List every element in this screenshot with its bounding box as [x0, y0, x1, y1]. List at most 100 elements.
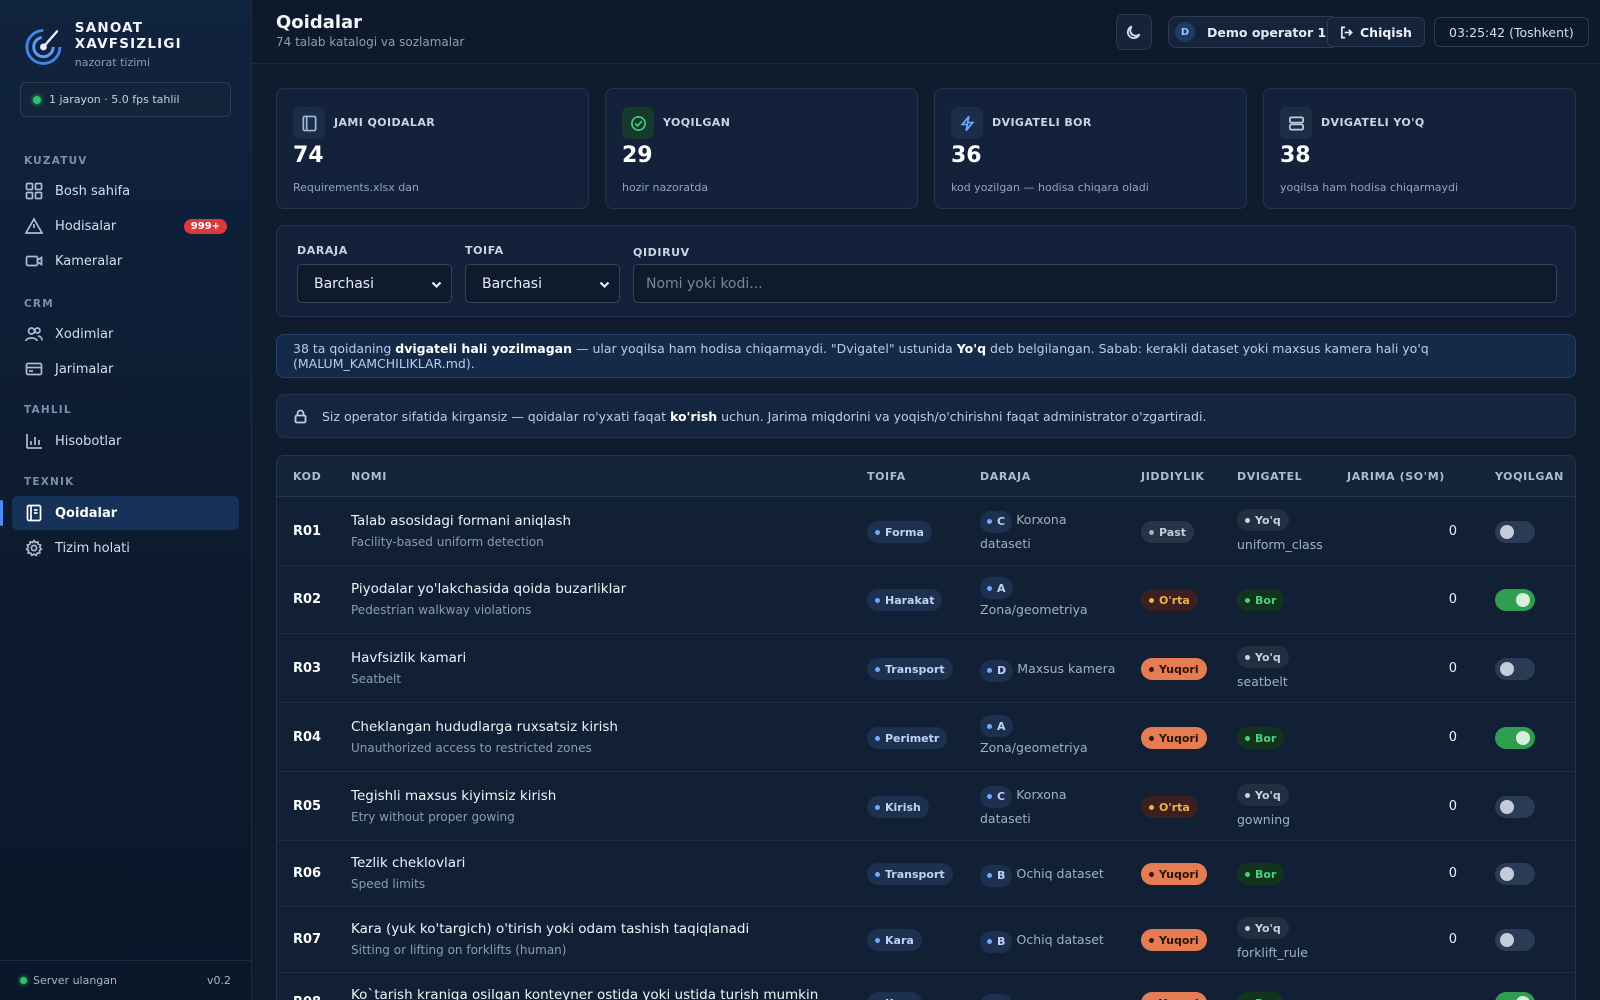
sidebar-item-bosh-sahifa[interactable]: Bosh sahifa — [12, 174, 239, 208]
sidebar-item-label: Tizim holati — [55, 540, 130, 556]
enabled-toggle[interactable] — [1495, 992, 1535, 1000]
table-row[interactable]: R06 Tezlik cheklovlari Speed limits Transpo… — [277, 841, 1575, 907]
grade-filter-select[interactable]: Barchasi — [297, 264, 452, 303]
category-text: Harakat — [885, 593, 935, 607]
user-menu[interactable]: D Demo operator 1 — [1168, 16, 1340, 48]
engine-dot-icon — [1245, 654, 1250, 660]
engine-dot-icon — [1245, 517, 1250, 523]
table-row[interactable]: R04 Cheklangan hududlarga ruxsatsiz kiris… — [277, 703, 1575, 772]
stat-icon-wrap — [951, 107, 983, 139]
column-header-grade[interactable]: DARAJA — [980, 470, 1031, 483]
fine-amount: 0 — [1448, 799, 1457, 814]
clock: 03:25:42 (Toshkent) — [1434, 17, 1589, 47]
grade-letter: C — [997, 515, 1006, 528]
fine-amount: 0 — [1448, 932, 1457, 947]
engine-key: seatbelt — [1237, 674, 1288, 689]
stat-value: 74 — [293, 143, 324, 168]
enabled-toggle[interactable] — [1495, 863, 1535, 885]
category-cell: Perimetr — [867, 727, 948, 749]
search-input[interactable]: Nomi yoki kodi... — [633, 264, 1557, 303]
engine-text: Bor — [1255, 731, 1277, 745]
engine-dot-icon — [1245, 735, 1250, 741]
category-text: Perimetr — [885, 731, 940, 745]
column-header-category[interactable]: TOIFA — [867, 470, 906, 483]
severity-cell: Yuqori — [1141, 727, 1207, 749]
table-row[interactable]: R08 Ko`tarish kraniga osilgan konteyner o… — [277, 973, 1575, 1000]
severity-dot-icon — [1149, 666, 1154, 672]
grade-dot-icon — [987, 519, 992, 524]
rule-name-en: Pedestrian walkway violations — [351, 603, 532, 617]
enabled-toggle[interactable] — [1495, 658, 1535, 680]
severity-chip: Past — [1141, 521, 1194, 543]
category-chip: Harakat — [867, 589, 943, 611]
grade-cell: B Ochiq dataset — [980, 863, 1130, 887]
enabled-toggle[interactable] — [1495, 727, 1535, 749]
table-row[interactable]: R07 Kara (yuk ko'targich) o'tirish yoki o… — [277, 907, 1575, 973]
role-banner-text: Siz operator sifatida kirgansiz — qoidal… — [322, 409, 1206, 424]
grade-filter-value: Barchasi — [314, 275, 374, 292]
nav-section-crm: CRM — [24, 298, 54, 310]
grade-source: Korxona — [1016, 512, 1067, 527]
enabled-toggle[interactable] — [1495, 796, 1535, 818]
sidebar-item-tizim-holati[interactable]: Tizim holati — [12, 531, 239, 565]
sidebar-item-kameralar[interactable]: Kameralar — [12, 244, 239, 278]
rule-code: R01 — [293, 524, 322, 539]
column-header-fine[interactable]: JARIMA (SO'M) — [1347, 470, 1445, 483]
banner-strong: dvigateli hali yozilmagan — [395, 341, 573, 356]
severity-chip: Yuqori — [1141, 658, 1207, 680]
severity-cell: O'rta — [1141, 796, 1198, 818]
sidebar-item-jarimalar[interactable]: Jarimalar — [12, 352, 239, 386]
stat-card-total: JAMI QOIDALAR 74 Requirements.xlsx dan — [276, 88, 589, 209]
moon-icon — [1127, 25, 1141, 39]
table-row[interactable]: R05 Tegishli maxsus kiyimsiz kirish Etry w… — [277, 772, 1575, 841]
enabled-toggle[interactable] — [1495, 589, 1535, 611]
engine-chip: Yo'q — [1237, 917, 1289, 939]
theme-toggle-button[interactable] — [1116, 14, 1152, 50]
column-header-engine[interactable]: DVIGATEL — [1237, 470, 1302, 483]
enabled-toggle[interactable] — [1495, 929, 1535, 951]
card-icon — [25, 362, 43, 376]
rule-name-en: Unauthorized access to restricted zones — [351, 741, 592, 755]
table-row[interactable]: R01 Talab asosidagi formani aniqlash Facil… — [277, 497, 1575, 566]
chevron-down-icon — [431, 281, 442, 289]
logout-button[interactable]: Chiqish — [1327, 17, 1425, 47]
column-header-name[interactable]: NOMI — [351, 470, 387, 483]
column-header-severity[interactable]: JIDDIYLIK — [1141, 470, 1205, 483]
sidebar-item-hodisalar[interactable]: Hodisalar 999+ — [12, 209, 239, 243]
category-cell: Kirish — [867, 796, 929, 818]
banner-text: — ular yoqilsa ham hodisa chiqarmaydi. "… — [572, 341, 957, 356]
engine-text: Yo'q — [1255, 513, 1281, 527]
severity-text: Yuqori — [1159, 867, 1199, 881]
category-filter-select[interactable]: Barchasi — [465, 264, 620, 303]
rule-name-en: Seatbelt — [351, 672, 402, 686]
sidebar-item-hisobotlar[interactable]: Hisobotlar — [12, 424, 239, 458]
column-header-enabled[interactable]: YOQILGAN — [1495, 470, 1564, 483]
grade-source: Zona/geometriya — [980, 602, 1088, 617]
engine-text: Yo'q — [1255, 650, 1281, 664]
rule-name: Talab asosidagi formani aniqlash — [351, 513, 572, 529]
table-row[interactable]: R02 Piyodalar yo'lakchasida qoida buzarli… — [277, 566, 1575, 634]
category-chip: Perimetr — [867, 727, 948, 749]
severity-text: Yuqori — [1159, 933, 1199, 947]
sidebar-item-label: Qoidalar — [55, 505, 118, 521]
status-dot-icon — [33, 95, 41, 104]
rule-name: Cheklangan hududlarga ruxsatsiz kirish — [351, 719, 618, 735]
category-cell: Kran — [867, 992, 923, 1000]
enabled-toggle[interactable] — [1495, 521, 1535, 543]
column-header-code[interactable]: KOD — [293, 470, 321, 483]
fine-amount: 0 — [1448, 592, 1457, 607]
sidebar-item-xodimlar[interactable]: Xodimlar — [12, 317, 239, 351]
sidebar-item-label: Hisobotlar — [55, 433, 122, 449]
sidebar-item-qoidalar[interactable]: Qoidalar — [0, 496, 239, 530]
grade-cell: A Zona/geometriya — [980, 577, 1130, 621]
category-filter-label: TOIFA — [465, 244, 504, 257]
nav-section-texnik: TEXNIK — [24, 476, 75, 488]
banner-text: 38 ta qoidaning — [293, 341, 396, 356]
server-status: Server ulangan — [20, 974, 117, 987]
brand[interactable]: SANOAT XAVFSIZLIGI nazorat tizimi — [24, 20, 251, 69]
search-label: QIDIRUV — [633, 246, 690, 259]
severity-text: Yuqori — [1159, 997, 1199, 1000]
table-row[interactable]: R03 Havfsizlik kamari Seatbelt Transport D M… — [277, 634, 1575, 703]
engine-chip: Bor — [1237, 727, 1285, 749]
category-text: Kara — [885, 933, 914, 947]
